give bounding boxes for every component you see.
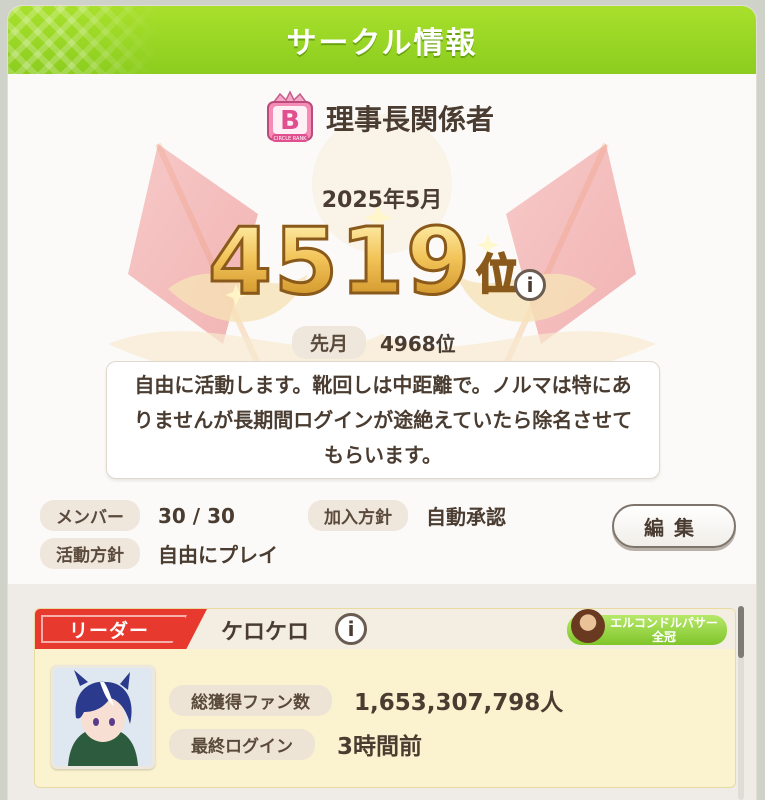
previous-month-value: 4968位 — [380, 332, 456, 356]
circle-name-row: B CIRCLE RANK 理事長関係者 — [260, 88, 494, 148]
member-list-scrollbar[interactable] — [738, 606, 744, 800]
join-policy-value: 自動承認 — [426, 505, 506, 529]
fans-value: 1,653,307,798人 — [354, 690, 564, 716]
rank-badge-caption: CIRCLE RANK — [274, 136, 308, 142]
join-policy-label: 加入方針 — [308, 500, 408, 531]
members-label: メンバー — [40, 500, 140, 531]
activity-policy-label: 活動方針 — [40, 538, 140, 569]
panel-title: サークル情報 — [286, 26, 478, 61]
last-login-row: 最終ログイン 3時間前 — [169, 727, 422, 761]
rank-number: 4519 — [206, 208, 473, 315]
previous-month-label: 先月 — [292, 326, 367, 359]
scrollbar-thumb[interactable] — [738, 606, 744, 658]
last-login-label: 最終ログイン — [169, 728, 315, 760]
panel-header: サークル情報 — [8, 6, 756, 74]
current-rank: 4519 位 — [206, 208, 519, 315]
members-row: メンバー 30 / 30 — [40, 500, 235, 531]
circle-rank-badge-icon: B CIRCLE RANK — [267, 90, 313, 142]
leader-title-chip: エルコンドルパサー 全冠 — [567, 609, 727, 645]
rank-info-icon[interactable]: i — [514, 269, 546, 301]
leader-title-rank: 全冠 — [651, 630, 676, 644]
edit-button[interactable]: 編集 — [612, 504, 736, 548]
title-character-avatar — [571, 609, 605, 643]
circle-info-panel: サークル情報 B CIRCLE RANK 理事長関係者 2025年5月 4519… — [8, 6, 756, 800]
circle-description: 自由に活動します。靴回しは中距離で。ノルマは特にありませんが長期間ログインが途絶… — [106, 361, 660, 479]
circle-name: 理事長関係者 — [326, 103, 495, 136]
leader-member-card[interactable]: リーダー ケロケロ i エルコンドルパサー 全冠 総獲得ファン数 1,653,3… — [34, 608, 736, 788]
fans-row: 総獲得ファン数 1,653,307,798人 — [169, 683, 563, 717]
rank-unit: 位 — [475, 241, 519, 302]
last-login-value: 3時間前 — [337, 734, 423, 760]
leader-avatar[interactable] — [51, 665, 155, 769]
leader-info-icon[interactable]: i — [335, 613, 367, 645]
activity-policy-row: 活動方針 自由にプレイ — [40, 538, 278, 569]
rank-badge-letter: B — [280, 106, 300, 136]
leader-tag: リーダー — [35, 609, 207, 649]
leader-name: ケロケロ — [221, 620, 310, 645]
leader-title-name: エルコンドルパサー — [610, 616, 718, 630]
members-value: 30 / 30 — [158, 503, 235, 528]
previous-month-rank: 先月 4968位 — [292, 326, 456, 359]
fans-label: 総獲得ファン数 — [169, 684, 332, 716]
join-policy-row: 加入方針 自動承認 — [308, 500, 506, 531]
activity-policy-value: 自由にプレイ — [158, 543, 278, 567]
character-portrait-icon — [54, 668, 152, 766]
